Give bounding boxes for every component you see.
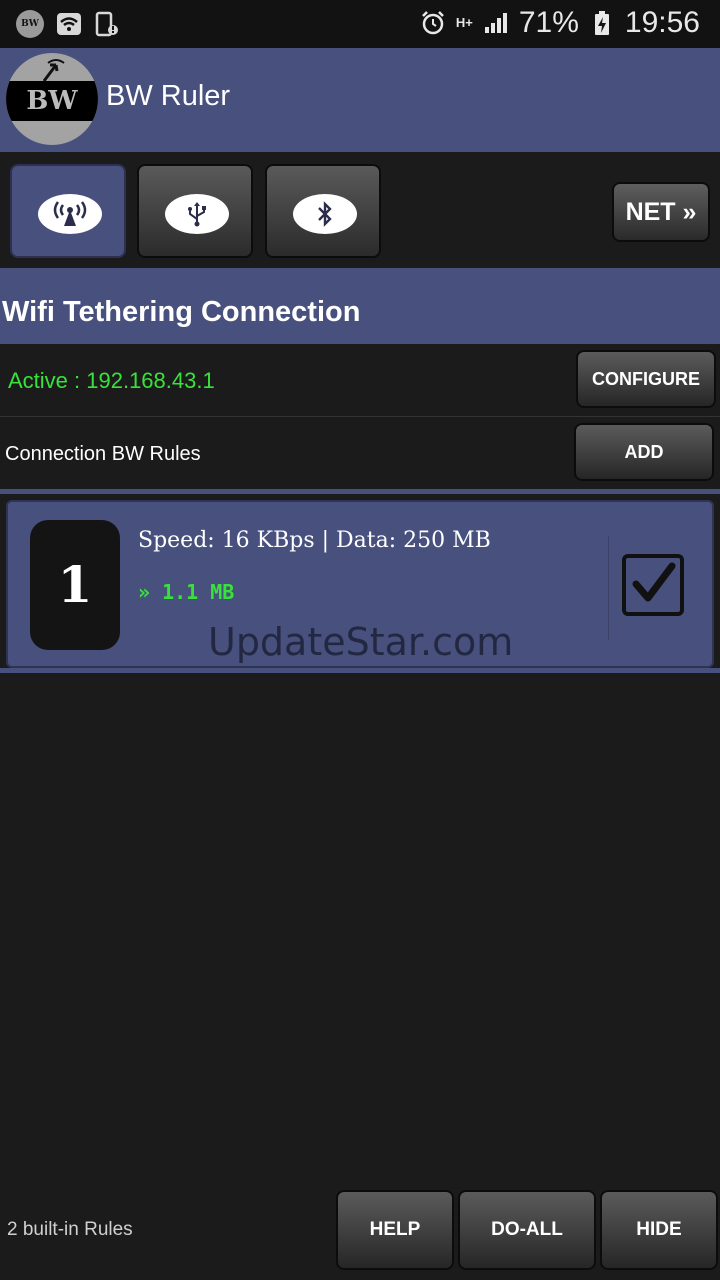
app-title: BW Ruler [106, 80, 231, 112]
bluetooth-mode-button[interactable] [265, 164, 381, 258]
section-header: Wifi Tethering Connection [0, 268, 720, 344]
usb-icon [188, 202, 206, 227]
hide-button[interactable]: HIDE [600, 1190, 718, 1270]
bluetooth-icon [318, 201, 332, 227]
status-bar-right: H+ 71% 19:56 [420, 6, 700, 40]
connection-status-row: Active : 192.168.43.1 CONFIGURE [0, 344, 720, 417]
bw-ruler-notification-icon: BW [16, 10, 44, 38]
rule-card[interactable]: 1 Speed: 16 KBps | Data: 250 MB » 1.1 MB… [6, 500, 714, 668]
device-alert-icon [94, 11, 120, 37]
net-button[interactable]: NET » [612, 182, 710, 242]
logo-text: BW [26, 86, 78, 116]
app-header: BW BW Ruler [0, 48, 720, 152]
usb-mode-button[interactable] [137, 164, 253, 258]
rules-label: Connection BW Rules [5, 443, 201, 465]
configure-button[interactable]: CONFIGURE [576, 350, 716, 408]
section-title: Wifi Tethering Connection [2, 296, 361, 328]
connection-status: Active : 192.168.43.1 [8, 368, 215, 393]
rule-divider [608, 536, 609, 640]
battery-charging-icon [589, 10, 615, 36]
antenna-icon [42, 59, 65, 82]
list-top-border [0, 489, 720, 494]
wifi-oval [38, 194, 102, 234]
clock: 19:56 [624, 6, 700, 39]
battery-percentage: 71% [518, 6, 579, 39]
wifi-hotspot-icon [53, 201, 87, 226]
status-bar-left: BW [16, 10, 120, 38]
connection-mode-bar: NET » [0, 152, 720, 268]
rules-header-row: Connection BW Rules ADD [0, 417, 720, 489]
add-rule-button[interactable]: ADD [574, 423, 714, 481]
watermark: UpdateStar.com [208, 620, 514, 664]
do-all-button[interactable]: DO-ALL [458, 1190, 596, 1270]
wifi-alert-icon [56, 11, 82, 37]
rule-enabled-checkbox[interactable] [622, 554, 684, 616]
rule-usage: » 1.1 MB [138, 580, 235, 604]
network-type-icon: H+ [455, 15, 473, 30]
list-bottom-border [0, 668, 720, 673]
checkmark-icon [632, 562, 676, 602]
alarm-icon [420, 10, 446, 36]
help-button[interactable]: HELP [336, 1190, 454, 1270]
app-logo: BW [6, 53, 98, 145]
builtin-rules-label: 2 built-in Rules [7, 1219, 133, 1240]
status-bar: BW H+ 71% 19:56 [0, 0, 720, 48]
wifi-mode-button[interactable] [10, 164, 126, 258]
rule-number: 1 [30, 520, 120, 650]
bluetooth-oval [293, 194, 357, 234]
usb-oval [165, 194, 229, 234]
rule-info: Speed: 16 KBps | Data: 250 MB [138, 528, 491, 553]
signal-icon [483, 10, 509, 36]
